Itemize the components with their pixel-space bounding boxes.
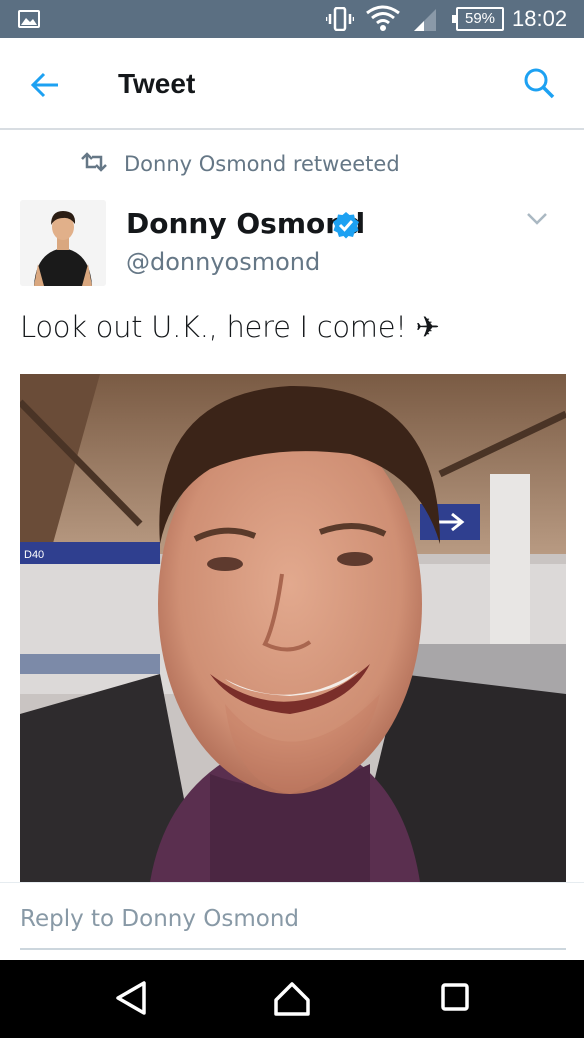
tweet-photo[interactable]: D40 [20, 374, 566, 882]
author-handle[interactable]: @donnyosmond [126, 248, 320, 276]
tweet-text: Look out U.K., here I come! ✈ [20, 310, 440, 344]
clock: 18:02 [512, 6, 568, 31]
status-bar: 59% 18:02 [0, 0, 584, 38]
retweet-context: Donny Osmond retweeted [124, 152, 400, 176]
gallery-icon [18, 10, 40, 28]
verified-badge-icon [333, 212, 359, 239]
svg-text:D40: D40 [24, 549, 44, 561]
back-arrow-icon[interactable] [28, 68, 62, 102]
reply-input[interactable]: Reply to Donny Osmond [20, 906, 566, 950]
nav-back-icon[interactable] [114, 980, 148, 1016]
signal-icon [414, 9, 436, 31]
battery-icon: 59% [452, 7, 504, 31]
divider [0, 882, 584, 883]
retweet-icon [81, 152, 107, 172]
nav-recent-icon[interactable] [440, 982, 470, 1012]
app-bar: Tweet [0, 38, 584, 130]
search-icon[interactable] [522, 66, 556, 100]
vibrate-icon [326, 7, 354, 31]
nav-home-icon[interactable] [272, 980, 312, 1018]
wifi-icon [366, 5, 400, 31]
avatar[interactable] [20, 200, 106, 286]
page-title: Tweet [118, 68, 196, 99]
author-name[interactable]: Donny Osmond [126, 207, 365, 240]
chevron-down-icon[interactable] [526, 212, 548, 226]
navigation-bar [0, 960, 584, 1038]
